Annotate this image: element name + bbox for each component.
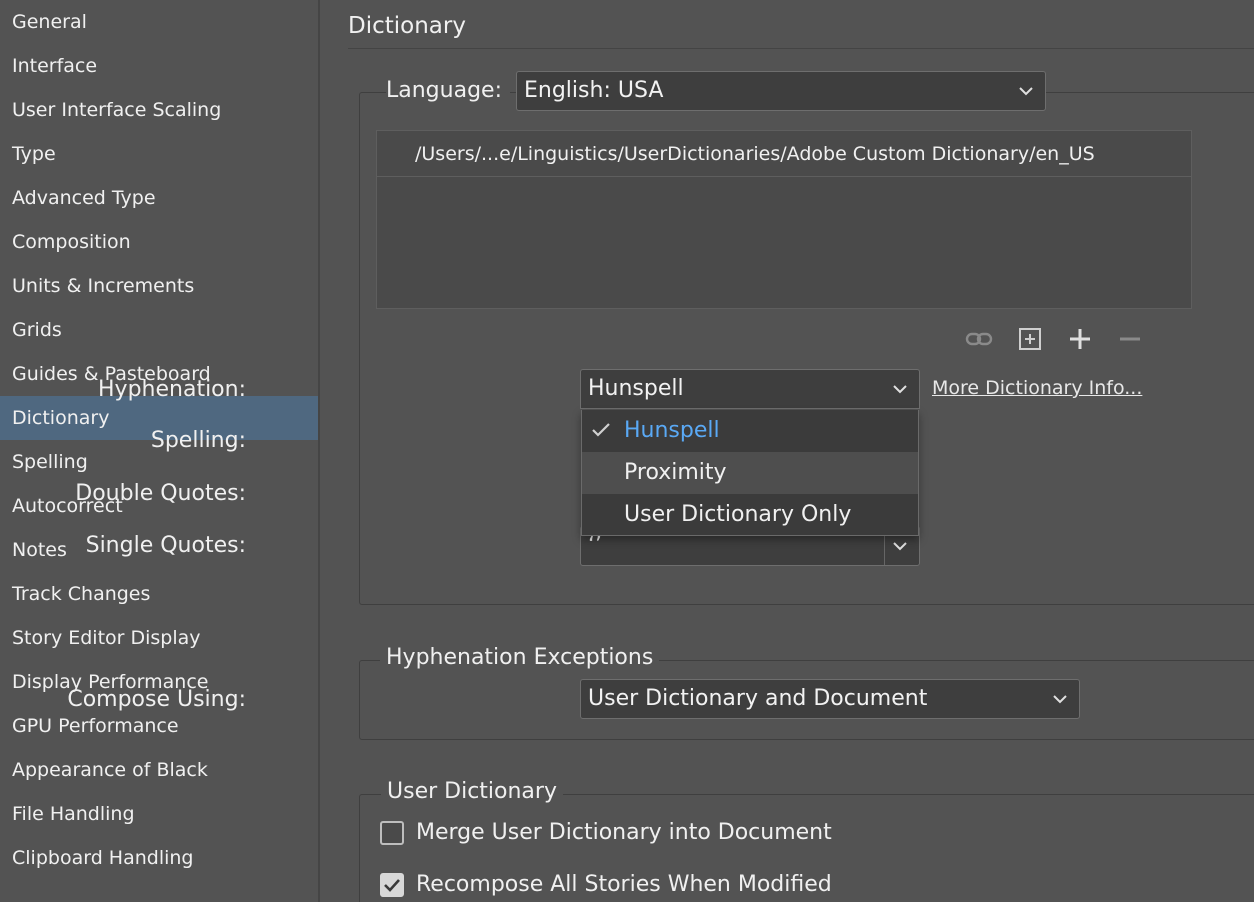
checkmark-icon — [384, 879, 400, 892]
chevron-down-icon — [893, 542, 907, 551]
language-select[interactable]: English: USA — [516, 71, 1046, 111]
dropdown-option-hunspell[interactable]: Hunspell — [582, 410, 918, 452]
single-quotes-value: ‘’ — [588, 533, 602, 558]
sidebar-item-type[interactable]: Type — [0, 132, 318, 176]
sidebar-item-advanced-type[interactable]: Advanced Type — [0, 176, 318, 220]
page-title: Dictionary — [348, 13, 466, 39]
sidebar-item-general[interactable]: General — [0, 0, 318, 44]
language-value: English: USA — [524, 78, 664, 103]
hyphenation-value: Hunspell — [588, 376, 684, 401]
dictionary-panel: Dictionary Language: English: USA /Users… — [67, 0, 1254, 902]
remove-icon[interactable] — [1116, 325, 1144, 353]
dictionary-list[interactable]: /Users/...e/Linguistics/UserDictionaries… — [376, 130, 1192, 309]
sidebar-item-file-handling[interactable]: File Handling — [0, 792, 318, 836]
checkmark-icon — [592, 423, 610, 437]
merge-checkbox[interactable] — [380, 821, 404, 845]
hyphenation-select[interactable]: Hunspell — [580, 369, 920, 409]
compose-using-select[interactable]: User Dictionary and Document — [580, 679, 1080, 719]
language-label: Language: — [386, 78, 510, 103]
chevron-down-icon — [1053, 695, 1067, 704]
dropdown-option-label: User Dictionary Only — [624, 502, 852, 527]
link-icon[interactable] — [965, 325, 993, 353]
dropdown-option-user-dictionary-only[interactable]: User Dictionary Only — [582, 494, 918, 536]
title-divider — [348, 48, 1254, 49]
recompose-checkbox[interactable] — [380, 873, 404, 897]
sidebar-item-clipboard-handling[interactable]: Clipboard Handling — [0, 836, 318, 880]
chevron-down-icon — [893, 385, 907, 394]
recompose-label[interactable]: Recompose All Stories When Modified — [416, 872, 832, 897]
new-dictionary-icon[interactable] — [1016, 325, 1044, 353]
compose-using-label: Compose Using: — [67, 687, 246, 712]
double-quotes-label: Double Quotes: — [75, 481, 246, 506]
sidebar-item-units-increments[interactable]: Units & Increments — [0, 264, 318, 308]
more-dictionary-info-link[interactable]: More Dictionary Info... — [932, 377, 1142, 399]
dictionary-path-row[interactable]: /Users/...e/Linguistics/UserDictionaries… — [377, 131, 1191, 177]
sidebar-item-track-changes[interactable]: Track Changes — [0, 572, 318, 616]
merge-label[interactable]: Merge User Dictionary into Document — [416, 820, 832, 845]
hyphenation-exceptions-legend: Hyphenation Exceptions — [380, 645, 660, 670]
sidebar-item-appearance-of-black[interactable]: Appearance of Black — [0, 748, 318, 792]
dropdown-option-label: Hunspell — [624, 418, 720, 443]
sidebar-item-interface[interactable]: Interface — [0, 44, 318, 88]
hyphenation-label: Hyphenation: — [98, 377, 246, 402]
sidebar-item-composition[interactable]: Composition — [0, 220, 318, 264]
compose-using-value: User Dictionary and Document — [588, 686, 928, 711]
add-icon[interactable] — [1066, 325, 1094, 353]
dropdown-option-proximity[interactable]: Proximity — [582, 452, 918, 494]
spelling-label: Spelling: — [150, 428, 246, 453]
dropdown-option-label: Proximity — [624, 460, 727, 485]
sidebar-item-grids[interactable]: Grids — [0, 308, 318, 352]
user-dictionary-legend: User Dictionary — [381, 779, 563, 804]
chevron-down-icon — [1019, 87, 1033, 96]
single-quotes-label: Single Quotes: — [85, 533, 246, 558]
sidebar-item-user-interface-scaling[interactable]: User Interface Scaling — [0, 88, 318, 132]
hyphenation-dropdown-menu: Hunspell Proximity User Dictionary Only — [581, 410, 919, 536]
sidebar-item-story-editor-display[interactable]: Story Editor Display — [0, 616, 318, 660]
